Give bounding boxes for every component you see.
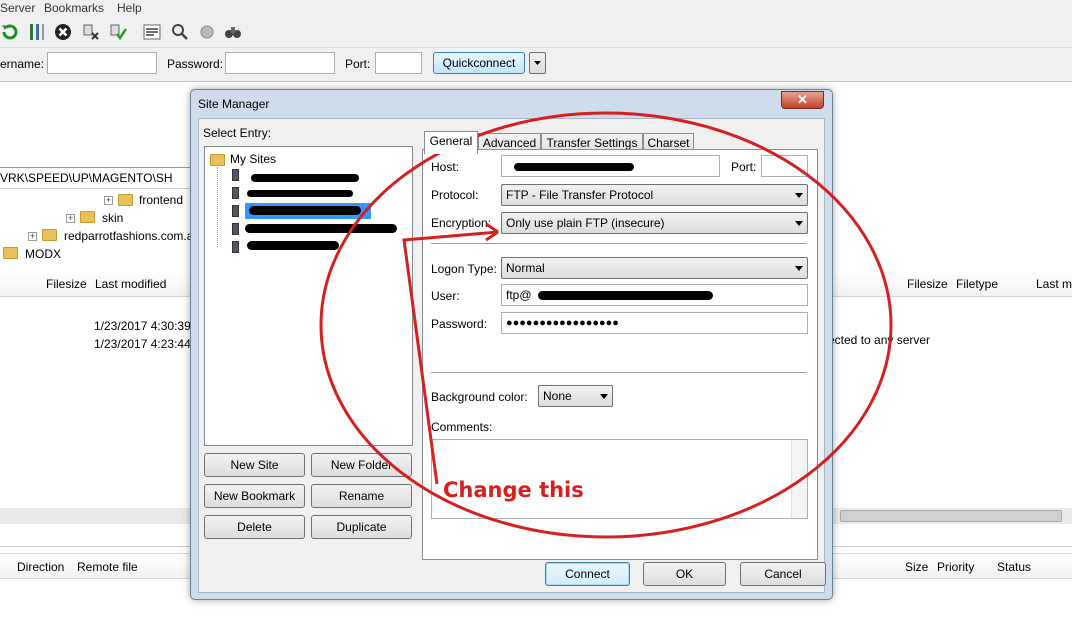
tab-general[interactable]: General xyxy=(424,131,478,154)
annotation-arrow xyxy=(402,230,499,485)
annotation-overlay xyxy=(319,111,893,539)
annotation-text: Change this xyxy=(443,478,584,502)
annotation-circle xyxy=(319,111,893,539)
